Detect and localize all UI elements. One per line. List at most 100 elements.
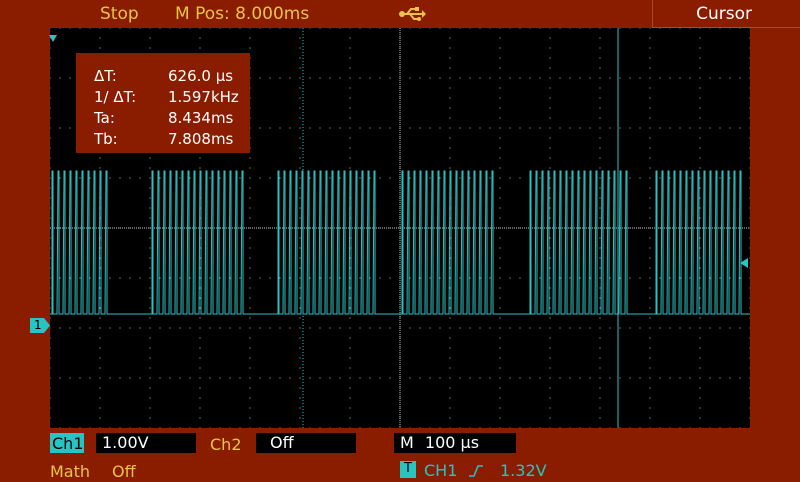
cursor-menu-title[interactable]: Cursor xyxy=(652,0,800,28)
readout-label: 1/ ΔT: xyxy=(94,88,137,106)
center-axis-tick xyxy=(306,227,307,229)
center-axis-tick xyxy=(154,227,155,229)
graticule-dot xyxy=(229,377,231,379)
trigger-badge: T xyxy=(400,461,416,478)
center-axis-tick xyxy=(516,227,517,229)
center-axis-tick xyxy=(399,152,401,153)
graticule-dot xyxy=(649,407,651,409)
graticule-dot xyxy=(49,187,51,189)
graticule-dot xyxy=(249,257,251,259)
graticule-dot xyxy=(299,417,301,419)
graticule-dot xyxy=(129,327,131,329)
graticule-dot xyxy=(519,27,521,29)
graticule-dot xyxy=(599,147,601,149)
graticule-dot xyxy=(349,307,351,309)
graticule-dot xyxy=(299,427,301,429)
graticule-dot xyxy=(499,37,501,39)
graticule-dot xyxy=(149,287,151,289)
graticule-dot xyxy=(429,77,431,79)
graticule-dot xyxy=(599,67,601,69)
graticule-dot xyxy=(699,157,701,159)
readout-label: Ta: xyxy=(94,109,115,127)
timebase-label: M xyxy=(400,433,414,452)
center-axis-tick xyxy=(324,227,325,229)
center-axis-tick xyxy=(162,227,163,229)
graticule-dot xyxy=(49,357,51,359)
graticule-dot xyxy=(549,157,551,159)
graticule-dot xyxy=(749,167,751,169)
graticule-dot xyxy=(439,177,441,179)
graticule-dot xyxy=(599,267,601,269)
graticule-dot xyxy=(49,337,51,339)
center-axis-tick xyxy=(399,330,401,331)
graticule-dot xyxy=(559,427,561,429)
graticule-dot xyxy=(449,117,451,119)
graticule-dot xyxy=(539,27,541,29)
graticule-dot xyxy=(599,407,601,409)
center-axis-tick xyxy=(744,227,745,229)
graticule-dot xyxy=(299,317,301,319)
center-axis-tick xyxy=(399,78,401,79)
center-axis-tick xyxy=(399,246,401,247)
center-axis-tick xyxy=(399,162,401,163)
center-axis-tick xyxy=(528,227,529,229)
graticule-dot xyxy=(49,427,51,429)
graticule-dot xyxy=(649,37,651,39)
graticule-dot xyxy=(569,177,571,179)
center-axis-tick xyxy=(232,227,233,229)
center-axis-tick xyxy=(399,66,401,67)
center-axis-tick xyxy=(399,48,401,49)
center-axis-tick xyxy=(62,227,63,229)
center-axis-tick xyxy=(652,227,653,229)
graticule-dot xyxy=(459,27,461,29)
graticule-dot xyxy=(699,247,701,249)
center-axis-tick xyxy=(399,140,401,141)
center-axis-tick xyxy=(399,138,401,139)
graticule-dot xyxy=(699,257,701,259)
graticule-dot xyxy=(409,377,411,379)
center-axis-tick xyxy=(376,227,377,229)
graticule-dot xyxy=(349,167,351,169)
graticule-dot xyxy=(389,127,391,129)
graticule-dot xyxy=(549,37,551,39)
center-axis-tick xyxy=(226,227,227,229)
center-axis-tick xyxy=(532,227,533,229)
math-state: Off xyxy=(112,462,136,481)
graticule-dot xyxy=(49,277,51,279)
graticule-dot xyxy=(169,27,171,29)
graticule-dot xyxy=(749,87,751,89)
center-axis-tick xyxy=(228,227,229,229)
graticule-dot xyxy=(299,287,301,289)
graticule-dot xyxy=(549,267,551,269)
graticule-dot xyxy=(649,207,651,209)
graticule-dot xyxy=(429,277,431,279)
graticule-dot xyxy=(749,127,751,129)
graticule-dot xyxy=(499,347,501,349)
graticule-dot xyxy=(499,157,501,159)
center-axis-tick xyxy=(399,426,401,427)
graticule-dot xyxy=(699,397,701,399)
graticule-dot xyxy=(259,177,261,179)
graticule-dot xyxy=(649,87,651,89)
center-axis-tick xyxy=(612,227,613,229)
center-axis-tick xyxy=(399,120,401,121)
graticule-dot xyxy=(709,127,711,129)
center-axis-tick xyxy=(714,227,715,229)
graticule-dot xyxy=(489,377,491,379)
center-axis-tick xyxy=(406,227,407,229)
graticule-dot xyxy=(649,387,651,389)
ch1-badge[interactable]: Ch1 xyxy=(50,433,84,453)
graticule-dot xyxy=(579,27,581,29)
center-axis-tick xyxy=(399,336,401,337)
center-axis-tick xyxy=(399,42,401,43)
center-axis-tick xyxy=(534,227,535,229)
graticule-dot xyxy=(529,377,531,379)
center-axis-tick xyxy=(399,128,401,129)
graticule-dot xyxy=(209,427,211,429)
center-axis-tick xyxy=(598,227,599,229)
graticule-dot xyxy=(509,427,511,429)
center-axis-tick xyxy=(510,227,511,229)
center-axis-tick xyxy=(74,227,75,229)
ch1-ground-marker[interactable]: 1 xyxy=(30,318,50,333)
graticule-dot xyxy=(579,427,581,429)
